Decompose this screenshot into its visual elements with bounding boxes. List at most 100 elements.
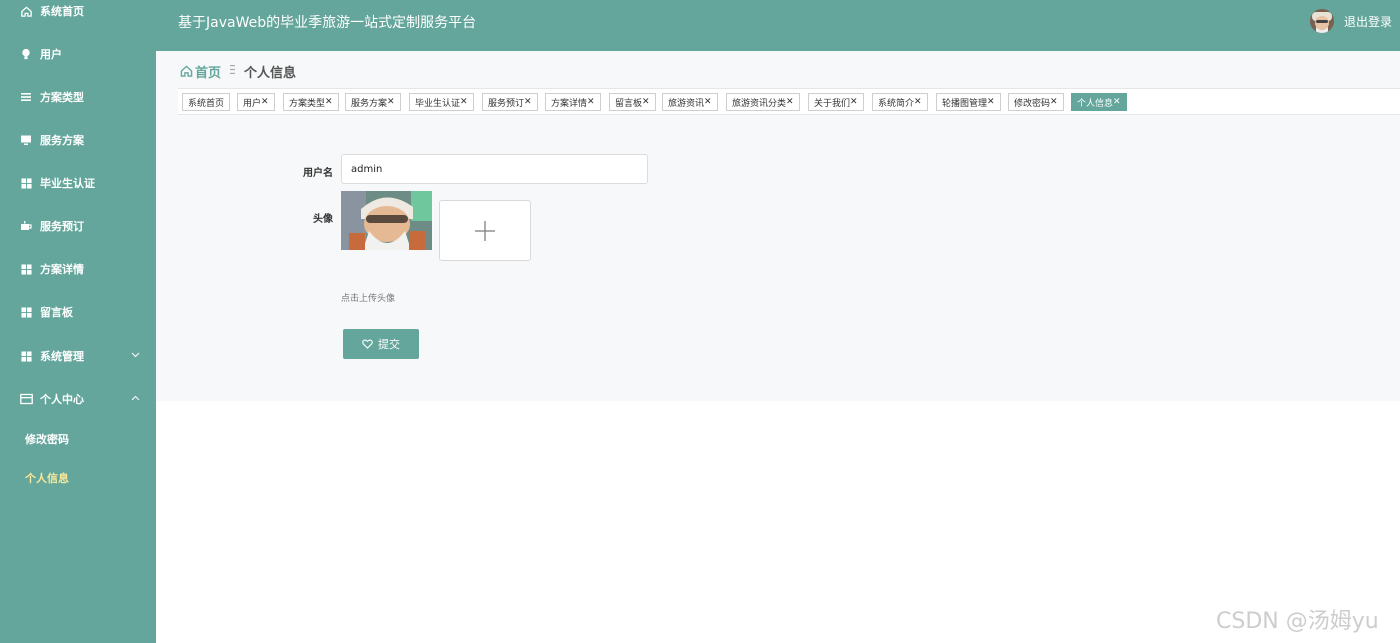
tag-service-plans[interactable]: 服务方案 ✕: [345, 93, 401, 111]
sidebar-item-label: 用户: [40, 48, 62, 61]
heart-icon: [362, 339, 373, 349]
tag-plan-details[interactable]: 方案详情 ✕: [545, 93, 601, 111]
submit-button[interactable]: 提交: [343, 329, 419, 359]
tag-news-category[interactable]: 旅游资讯分类 ✕: [726, 93, 800, 111]
submenu-item-label: 修改密码: [25, 433, 69, 446]
plus-icon: [475, 220, 495, 241]
breadcrumb-current: 个人信息: [244, 65, 297, 81]
tag-travel-news[interactable]: 旅游资讯 ✕: [662, 93, 718, 111]
tag-service-booking[interactable]: 服务预订 ✕: [482, 93, 538, 111]
close-icon[interactable]: ✕: [987, 97, 995, 107]
tag-home[interactable]: 系统首页: [182, 93, 231, 111]
tag-label: 用户: [243, 98, 262, 109]
sidebar-item-service-booking[interactable]: 服务预订: [0, 211, 156, 241]
tag-label: 轮播图管理: [942, 98, 988, 109]
tag-label: 系统首页: [188, 98, 225, 109]
close-icon[interactable]: ✕: [261, 97, 269, 107]
tag-label: 毕业生认证: [415, 98, 461, 109]
tag-plan-types[interactable]: 方案类型 ✕: [283, 93, 339, 111]
sidebar-item-plan-types[interactable]: 方案类型: [0, 82, 156, 112]
sidebar-item-service-plans[interactable]: 服务方案: [0, 125, 156, 155]
tag-label: 方案类型: [289, 98, 326, 109]
close-icon[interactable]: ✕: [1113, 97, 1121, 107]
close-icon[interactable]: ✕: [786, 97, 794, 107]
submenu-item-personal-info[interactable]: 个人信息: [0, 464, 156, 492]
close-icon[interactable]: ✕: [642, 97, 650, 107]
avatar-image[interactable]: [341, 191, 432, 250]
close-icon[interactable]: ✕: [704, 97, 712, 107]
tag-users[interactable]: 用户 ✕: [237, 93, 275, 111]
sidebar-item-label: 毕业生认证: [40, 177, 95, 190]
tag-label: 留言板: [615, 98, 643, 109]
sidebar-item-home[interactable]: 系统首页: [0, 0, 156, 26]
sidebar-item-graduate-cert[interactable]: 毕业生认证: [0, 168, 156, 198]
tag-label: 旅游资讯: [668, 98, 705, 109]
sidebar-item-users[interactable]: 用户: [0, 39, 156, 69]
username-label: 用户名: [303, 168, 333, 179]
close-icon[interactable]: ✕: [1050, 97, 1058, 107]
close-icon[interactable]: ✕: [524, 97, 532, 107]
username-input[interactable]: admin: [341, 154, 648, 184]
tag-graduate-cert[interactable]: 毕业生认证 ✕: [409, 93, 474, 111]
home-icon: [19, 4, 33, 18]
close-icon[interactable]: ✕: [914, 97, 922, 107]
breadcrumb-home[interactable]: 首页: [180, 62, 221, 81]
sidebar-item-label: 个人中心: [40, 393, 84, 406]
tag-label: 关于我们: [814, 98, 851, 109]
tag-label: 修改密码: [1014, 98, 1051, 109]
header: 基于JavaWeb的毕业季旅游一站式定制服务平台 退出登录: [156, 0, 1400, 51]
sidebar-item-label: 服务方案: [40, 134, 84, 147]
cup-icon: [19, 219, 33, 233]
tag-carousel[interactable]: 轮播图管理 ✕: [936, 93, 1001, 111]
grid-icon: [19, 349, 33, 363]
user-avatar[interactable]: [1310, 9, 1334, 33]
tag-system-intro[interactable]: 系统简介 ✕: [872, 93, 928, 111]
close-icon[interactable]: ✕: [460, 97, 468, 107]
avatar-uploader[interactable]: [439, 200, 531, 261]
sidebar-item-label: 方案详情: [40, 263, 84, 276]
close-icon[interactable]: ✕: [387, 97, 395, 107]
close-icon[interactable]: ✕: [587, 97, 595, 107]
grid-icon: [19, 305, 33, 319]
submit-label: 提交: [378, 338, 400, 351]
submenu-item-label: 个人信息: [25, 472, 69, 485]
sidebar-item-label: 服务预订: [40, 220, 84, 233]
monitor-icon: [19, 133, 33, 147]
bulb-icon: [19, 47, 33, 61]
close-icon[interactable]: ✕: [325, 97, 333, 107]
tag-personal-info[interactable]: 个人信息 ✕: [1071, 93, 1127, 111]
tag-change-password[interactable]: 修改密码 ✕: [1008, 93, 1064, 111]
tag-label: 系统简介: [878, 98, 915, 109]
sidebar: 系统首页 用户 方案类型 服务方案 毕业生认证 服务预订 方案详情 留言板 系统…: [0, 0, 156, 643]
tag-label: 个人信息: [1077, 98, 1114, 109]
home-icon: [180, 65, 193, 77]
watermark: CSDN @汤姆yu: [1216, 609, 1379, 634]
tag-label: 旅游资讯分类: [732, 98, 787, 109]
submenu-item-change-password[interactable]: 修改密码: [0, 425, 156, 453]
tag-about-us[interactable]: 关于我们 ✕: [808, 93, 864, 111]
sidebar-item-personal-center[interactable]: 个人中心: [0, 384, 156, 414]
sidebar-item-label: 方案类型: [40, 91, 84, 104]
sidebar-item-label: 留言板: [40, 306, 73, 319]
breadcrumb-home-label: 首页: [195, 65, 222, 81]
app-title: 基于JavaWeb的毕业季旅游一站式定制服务平台: [178, 15, 477, 31]
tag-label: 方案详情: [551, 98, 588, 109]
tag-label: 服务预订: [488, 98, 525, 109]
sidebar-item-label: 系统首页: [40, 5, 84, 18]
close-icon[interactable]: ✕: [850, 97, 858, 107]
sidebar-item-system-management[interactable]: 系统管理: [0, 341, 156, 371]
card-icon: [19, 392, 33, 406]
logout-link[interactable]: 退出登录: [1344, 13, 1392, 30]
grid-icon: [19, 176, 33, 190]
tag-label: 服务方案: [351, 98, 388, 109]
sidebar-item-message-board[interactable]: 留言板: [0, 297, 156, 327]
upload-hint: 点击上传头像: [341, 294, 396, 304]
tags-bar: 系统首页 用户 ✕ 方案类型 ✕ 服务方案 ✕ 毕业生认证 ✕ 服务预订 ✕ 方案详情 ✕ …: [178, 88, 1400, 115]
breadcrumb-separator-icon: [230, 65, 236, 77]
grid-icon: [19, 262, 33, 276]
breadcrumb: 首页 个人信息: [180, 62, 297, 81]
list-icon: [19, 90, 33, 104]
sidebar-item-plan-details[interactable]: 方案详情: [0, 254, 156, 284]
tag-message-board[interactable]: 留言板 ✕: [609, 93, 656, 111]
chevron-up-icon: [131, 394, 140, 404]
